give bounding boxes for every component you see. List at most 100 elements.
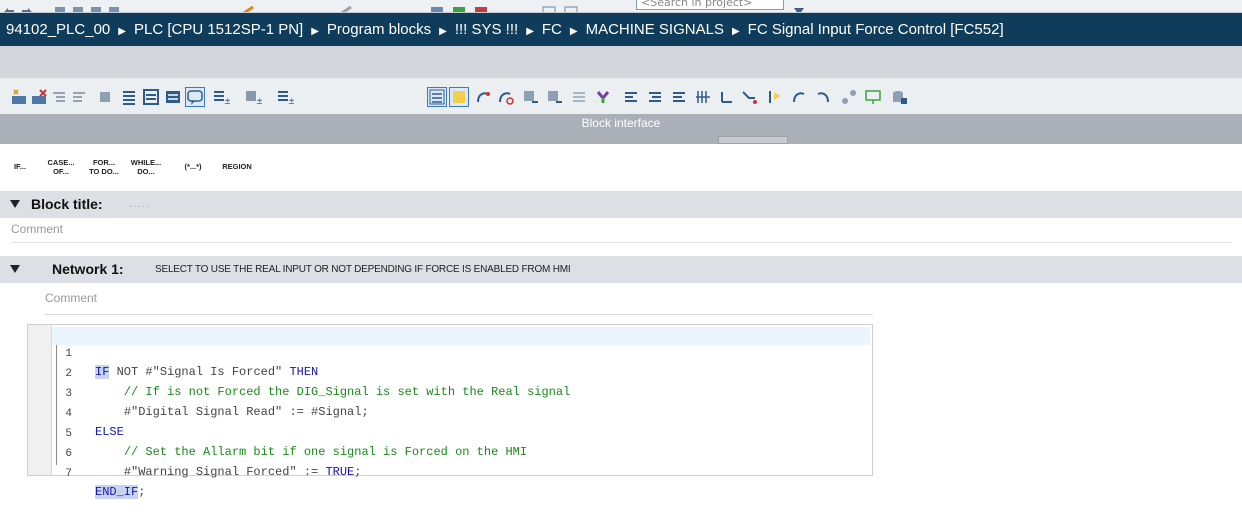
keyword-label: WHILE... <box>130 158 162 167</box>
network-comment-field[interactable]: Comment <box>45 288 873 315</box>
breadcrumb-item-project[interactable]: 94102_PLC_00 <box>6 21 110 38</box>
list-icon[interactable] <box>120 88 138 106</box>
code-line[interactable]: 7 END_IF; <box>52 447 870 499</box>
breadcrumb: 94102_PLC_00 ▶ PLC [CPU 1512SP-1 PN] ▶ Progr… <box>0 13 1242 46</box>
keyword-label: CASE... <box>47 158 75 167</box>
breadcrumb-separator-icon: ▶ <box>118 26 126 37</box>
editor-header-bar <box>0 46 1242 78</box>
if-keyword-button[interactable]: IF... <box>10 162 30 171</box>
code-line[interactable]: 3 #"Digital Signal Read" := #Signal; <box>52 367 870 419</box>
breadcrumb-item-machine-signals[interactable]: MACHINE SIGNALS <box>586 21 724 38</box>
wrap-icon[interactable] <box>427 87 447 107</box>
step-over-icon[interactable] <box>646 88 664 106</box>
breadcrumb-item-fc[interactable]: FC <box>542 21 562 38</box>
simulate-icon[interactable] <box>108 1 120 12</box>
svg-text:±: ± <box>256 97 262 106</box>
breadcrumb-item-plc[interactable]: PLC [CPU 1512SP-1 PN] <box>134 21 303 38</box>
stop-cpu-icon[interactable] <box>474 1 488 12</box>
code-line[interactable]: 6 #"Warning Signal Forced" := TRUE; <box>52 427 870 479</box>
compile-icon[interactable] <box>54 1 66 12</box>
code-line[interactable]: 5 // Set the Allarm bit if one signal is… <box>52 407 870 459</box>
breadcrumb-item-sys[interactable]: !!! SYS !!! <box>455 21 518 38</box>
network-description[interactable]: SELECT TO USE THE REAL INPUT OR NOT DEPE… <box>155 264 571 275</box>
split-horizontal-icon[interactable] <box>542 1 556 12</box>
block-interface-label: Block interface <box>581 116 661 130</box>
block-title-row[interactable]: Block title: ..... <box>0 191 1242 218</box>
code-keyword: END_IF <box>95 485 139 499</box>
block-comment-field[interactable]: Comment <box>11 220 1231 243</box>
snapshot-icon[interactable] <box>594 88 612 106</box>
code-text: ; <box>138 485 146 499</box>
block-title-placeholder[interactable]: ..... <box>129 199 150 210</box>
monitor-alt-icon[interactable] <box>546 88 564 106</box>
keyword-label: REGION <box>222 162 252 171</box>
connect-icon[interactable] <box>474 88 492 106</box>
search-in-project-input[interactable]: <Search in project> <box>636 0 784 10</box>
collapse-icon[interactable]: ± <box>244 88 264 107</box>
split-vertical-icon[interactable] <box>564 1 578 12</box>
while-keyword-button[interactable]: WHILE... DO... <box>130 158 162 176</box>
region-keyword-button[interactable]: REGION <box>216 162 258 171</box>
expand-all-icon[interactable]: ± <box>212 88 232 107</box>
display-icon[interactable] <box>864 88 882 106</box>
breakpoint-icon[interactable] <box>694 88 712 106</box>
comment-keyword-button[interactable]: (*...*) <box>176 162 210 171</box>
align-icon[interactable] <box>570 88 588 106</box>
breadcrumb-separator-icon: ▶ <box>569 26 578 37</box>
go-online-icon[interactable] <box>240 1 254 12</box>
start-cpu-icon[interactable] <box>452 1 466 12</box>
goto-icon[interactable] <box>790 88 808 106</box>
collapse-triangle-icon[interactable] <box>10 265 20 273</box>
outdent-icon[interactable] <box>70 88 88 106</box>
line-number: 7 <box>65 468 72 480</box>
breadcrumb-separator-icon: ▶ <box>311 26 319 37</box>
breadcrumb-item-block[interactable]: FC Signal Input Force Control [FC552] <box>748 21 1004 38</box>
breadcrumb-separator-icon: ▶ <box>526 26 534 37</box>
upload-icon[interactable] <box>90 1 102 12</box>
step-out-icon[interactable] <box>670 88 688 106</box>
case-keyword-button[interactable]: CASE... OF... <box>46 158 76 176</box>
scl-code-editor[interactable]: 1 IF NOT #"Signal Is Forced" THEN 2 // I… <box>27 324 873 499</box>
code-line[interactable]: 1 IF NOT #"Signal Is Forced" THEN <box>52 327 870 379</box>
editor-toolbar: ± ± ± <box>0 78 1242 115</box>
search-icon[interactable] <box>792 1 806 12</box>
block-title-label: Block title: <box>31 196 103 212</box>
expand-icon[interactable]: ± <box>276 88 296 107</box>
delete-network-icon[interactable] <box>30 88 48 106</box>
database-icon[interactable] <box>890 88 908 106</box>
list-dark-icon[interactable] <box>164 88 182 106</box>
disconnect-icon[interactable] <box>496 88 514 106</box>
speech-bubble-icon[interactable] <box>185 87 205 107</box>
monitor-icon[interactable] <box>522 88 540 106</box>
jump-icon[interactable] <box>740 88 758 106</box>
go-offline-icon[interactable] <box>338 1 352 12</box>
indent-icon[interactable] <box>50 88 68 106</box>
line-icon[interactable] <box>718 88 736 106</box>
comment-icon[interactable] <box>96 88 114 106</box>
insert-network-icon[interactable] <box>10 88 28 106</box>
download-icon[interactable] <box>72 1 84 12</box>
scl-keyword-bar: IF... CASE... OF... FOR... TO DO... WHILE.… <box>0 144 1242 191</box>
code-line[interactable]: 4 ELSE <box>52 387 870 439</box>
return-icon[interactable] <box>814 88 832 106</box>
block-interface-splitter[interactable] <box>718 136 788 144</box>
step-in-icon[interactable] <box>622 88 640 106</box>
network-header[interactable]: Network 1: SELECT TO USE THE REAL INPUT … <box>0 256 1242 283</box>
reset-icon[interactable] <box>766 88 784 106</box>
undo-icon[interactable] <box>2 1 16 12</box>
breadcrumb-item-program-blocks[interactable]: Program blocks <box>327 21 431 38</box>
favorites-icon[interactable] <box>449 87 469 107</box>
editor-gutter <box>28 325 52 475</box>
for-keyword-button[interactable]: FOR... TO DO... <box>88 158 120 176</box>
keyword-label: OF... <box>53 167 69 176</box>
block-interface-bar[interactable]: Block interface <box>0 114 1242 144</box>
list-alt-icon[interactable] <box>142 88 160 106</box>
redo-icon[interactable] <box>20 1 34 12</box>
share-icon[interactable] <box>840 88 858 106</box>
keyword-label: DO... <box>137 167 155 176</box>
collapse-triangle-icon[interactable] <box>10 200 20 208</box>
top-menu-strip: <Search in project> <box>0 0 1242 13</box>
code-line[interactable]: 2 // If is not Forced the DIG_Signal is … <box>52 347 870 399</box>
code-text: ; <box>354 465 362 479</box>
accessible-devices-icon[interactable] <box>430 1 444 12</box>
